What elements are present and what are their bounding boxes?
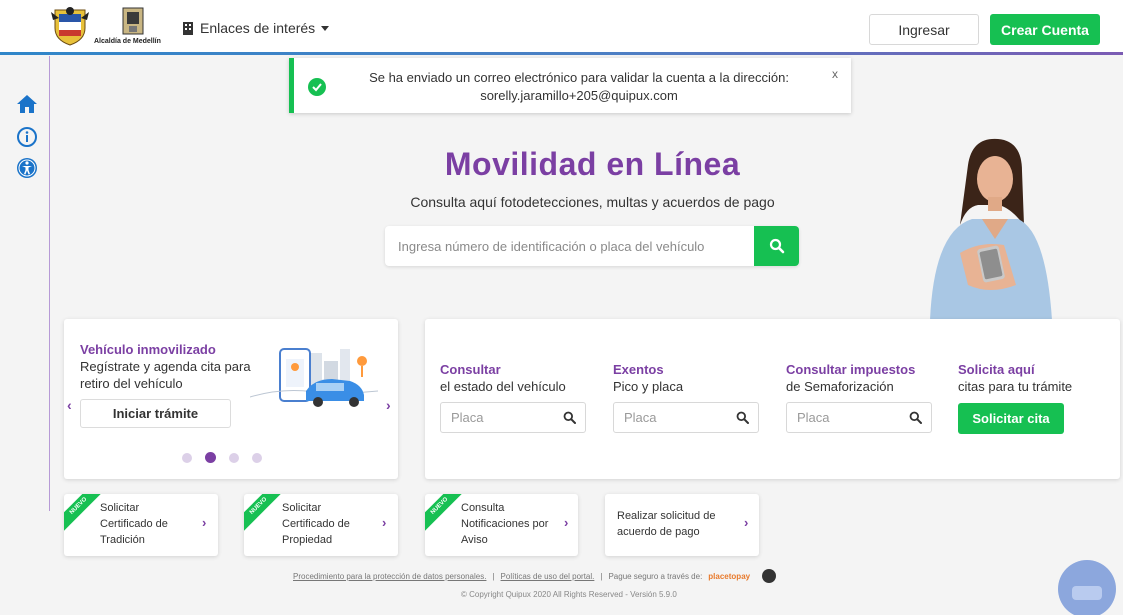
footer-copyright: © Copyright Quipux 2020 All Rights Reser… bbox=[461, 590, 677, 599]
toast-message: Se ha enviado un correo electrónico para… bbox=[354, 69, 804, 105]
placa-field-consultar bbox=[440, 402, 586, 433]
footer-separator: | bbox=[600, 571, 603, 581]
search-icon[interactable] bbox=[563, 411, 576, 424]
service-citas: Solicita aquí citas para tu trámite bbox=[958, 362, 1072, 395]
bottom-card-label: Consulta Notificaciones por Aviso bbox=[461, 502, 549, 546]
search-bar bbox=[385, 226, 799, 266]
placetopay-logo: placetopay bbox=[708, 571, 751, 581]
service-impuestos: Consultar impuestos de Semaforización bbox=[786, 362, 915, 395]
chevron-right-icon: › bbox=[202, 515, 207, 530]
woman-with-phone-illustration bbox=[930, 138, 1052, 320]
page-title: Movilidad en Línea bbox=[444, 146, 741, 182]
chevron-right-icon: › bbox=[382, 515, 387, 530]
services-card: Consultar el estado del vehículo Exentos… bbox=[425, 319, 1120, 479]
service-subtitle: de Semaforización bbox=[786, 379, 894, 394]
service-subtitle: el estado del vehículo bbox=[440, 379, 566, 394]
payment-logo-icon bbox=[762, 569, 777, 583]
carousel-prev-button[interactable]: ‹ bbox=[67, 397, 72, 413]
vehiculo-inmovilizado-card: Vehículo inmovilizado Regístrate y agend… bbox=[64, 319, 398, 479]
enlaces-label: Enlaces de interés bbox=[200, 20, 316, 36]
solicitar-cita-button[interactable]: Solicitar cita bbox=[958, 403, 1064, 434]
search-button[interactable] bbox=[754, 226, 799, 266]
placa-field-exentos bbox=[613, 402, 759, 433]
placa-field-impuestos bbox=[786, 402, 932, 433]
alcaldia-medellin-logo: Alcaldía de Medellín bbox=[94, 6, 174, 50]
carousel-dot[interactable] bbox=[252, 452, 262, 463]
ingresar-button[interactable]: Ingresar bbox=[869, 14, 979, 45]
chevron-right-icon: › bbox=[564, 515, 569, 530]
colombia-coat-of-arms-icon bbox=[51, 7, 89, 46]
enlaces-dropdown[interactable]: Enlaces de interés bbox=[182, 20, 330, 36]
toast-close-button[interactable]: x bbox=[832, 67, 838, 81]
home-icon[interactable] bbox=[16, 93, 38, 115]
iniciar-tramite-button[interactable]: Iniciar trámite bbox=[80, 399, 231, 428]
service-subtitle: Pico y placa bbox=[613, 379, 684, 394]
email-validation-toast: Se ha enviado un correo electrónico para… bbox=[289, 58, 851, 113]
service-exentos: Exentos Pico y placa bbox=[613, 362, 683, 395]
carousel-description: Regístrate y agenda cita para retiro del… bbox=[80, 359, 251, 391]
bottom-card-label: Solicitar Certificado de Propiedad bbox=[282, 502, 350, 546]
search-icon bbox=[769, 238, 784, 254]
search-icon[interactable] bbox=[736, 411, 749, 424]
footer-separator: | bbox=[492, 571, 495, 581]
carousel-title: Vehículo inmovilizado bbox=[80, 342, 216, 357]
bottom-card-notificaciones[interactable]: NUEVO Consulta Notificaciones por Aviso … bbox=[425, 494, 578, 556]
car-city-illustration bbox=[250, 348, 378, 407]
carousel-indicators bbox=[182, 452, 262, 463]
caret-down-icon bbox=[321, 25, 330, 31]
search-input[interactable] bbox=[385, 226, 754, 266]
placa-input[interactable] bbox=[614, 403, 734, 432]
footer-links: Procedimiento para la protección de dato… bbox=[293, 569, 777, 583]
service-subtitle: citas para tu trámite bbox=[958, 379, 1073, 394]
carousel-dot[interactable] bbox=[182, 452, 192, 463]
service-title: Consultar bbox=[440, 362, 501, 377]
chevron-right-icon: › bbox=[744, 515, 749, 530]
crear-cuenta-button[interactable]: Crear Cuenta bbox=[990, 14, 1100, 45]
footer-link-politicas[interactable]: Políticas de uso del portal. bbox=[501, 572, 595, 581]
carousel-dot-active[interactable] bbox=[205, 452, 216, 463]
bottom-card-acuerdo-pago[interactable]: Realizar solicitud de acuerdo de pago › bbox=[605, 494, 759, 556]
robot-icon bbox=[1072, 586, 1102, 600]
carousel-next-button[interactable]: › bbox=[386, 397, 391, 413]
bottom-card-tradicion[interactable]: NUEVO Solicitar Certificado de Tradición… bbox=[64, 494, 218, 556]
footer-secure-text: Pague seguro a través de: bbox=[608, 571, 703, 581]
medellin-shield-icon bbox=[122, 7, 144, 35]
service-title: Solicita aquí bbox=[958, 362, 1035, 377]
logo-text: Alcaldía de Medellín bbox=[94, 38, 161, 45]
carousel-dot[interactable] bbox=[229, 452, 239, 463]
bottom-card-label: Realizar solicitud de acuerdo de pago bbox=[617, 510, 716, 538]
placa-input[interactable] bbox=[787, 403, 907, 432]
building-icon bbox=[183, 21, 193, 35]
page-subtitle: Consulta aquí fotodetecciones, multas y … bbox=[410, 194, 775, 210]
search-icon[interactable] bbox=[909, 411, 922, 424]
bottom-card-label: Solicitar Certificado de Tradición bbox=[100, 502, 168, 546]
sidebar-divider bbox=[49, 56, 50, 511]
toast-email: sorelly.jaramillo+205@quipux.com bbox=[480, 88, 678, 103]
placa-input[interactable] bbox=[441, 403, 561, 432]
header-gradient-line bbox=[0, 52, 1123, 55]
info-icon[interactable] bbox=[16, 126, 38, 148]
accessibility-icon[interactable] bbox=[16, 157, 38, 179]
footer-link-datos-personales[interactable]: Procedimiento para la protección de dato… bbox=[293, 572, 486, 581]
service-consultar: Consultar el estado del vehículo bbox=[440, 362, 566, 395]
toast-message-line1: Se ha enviado un correo electrónico para… bbox=[369, 70, 789, 85]
bottom-card-propiedad[interactable]: NUEVO Solicitar Certificado de Propiedad… bbox=[244, 494, 398, 556]
check-circle-icon bbox=[308, 78, 326, 96]
top-header: Alcaldía de Medellín Enlaces de interés … bbox=[0, 0, 1123, 53]
service-title: Consultar impuestos bbox=[786, 362, 916, 377]
service-title: Exentos bbox=[613, 362, 664, 377]
chatbot-button[interactable] bbox=[1058, 560, 1116, 615]
